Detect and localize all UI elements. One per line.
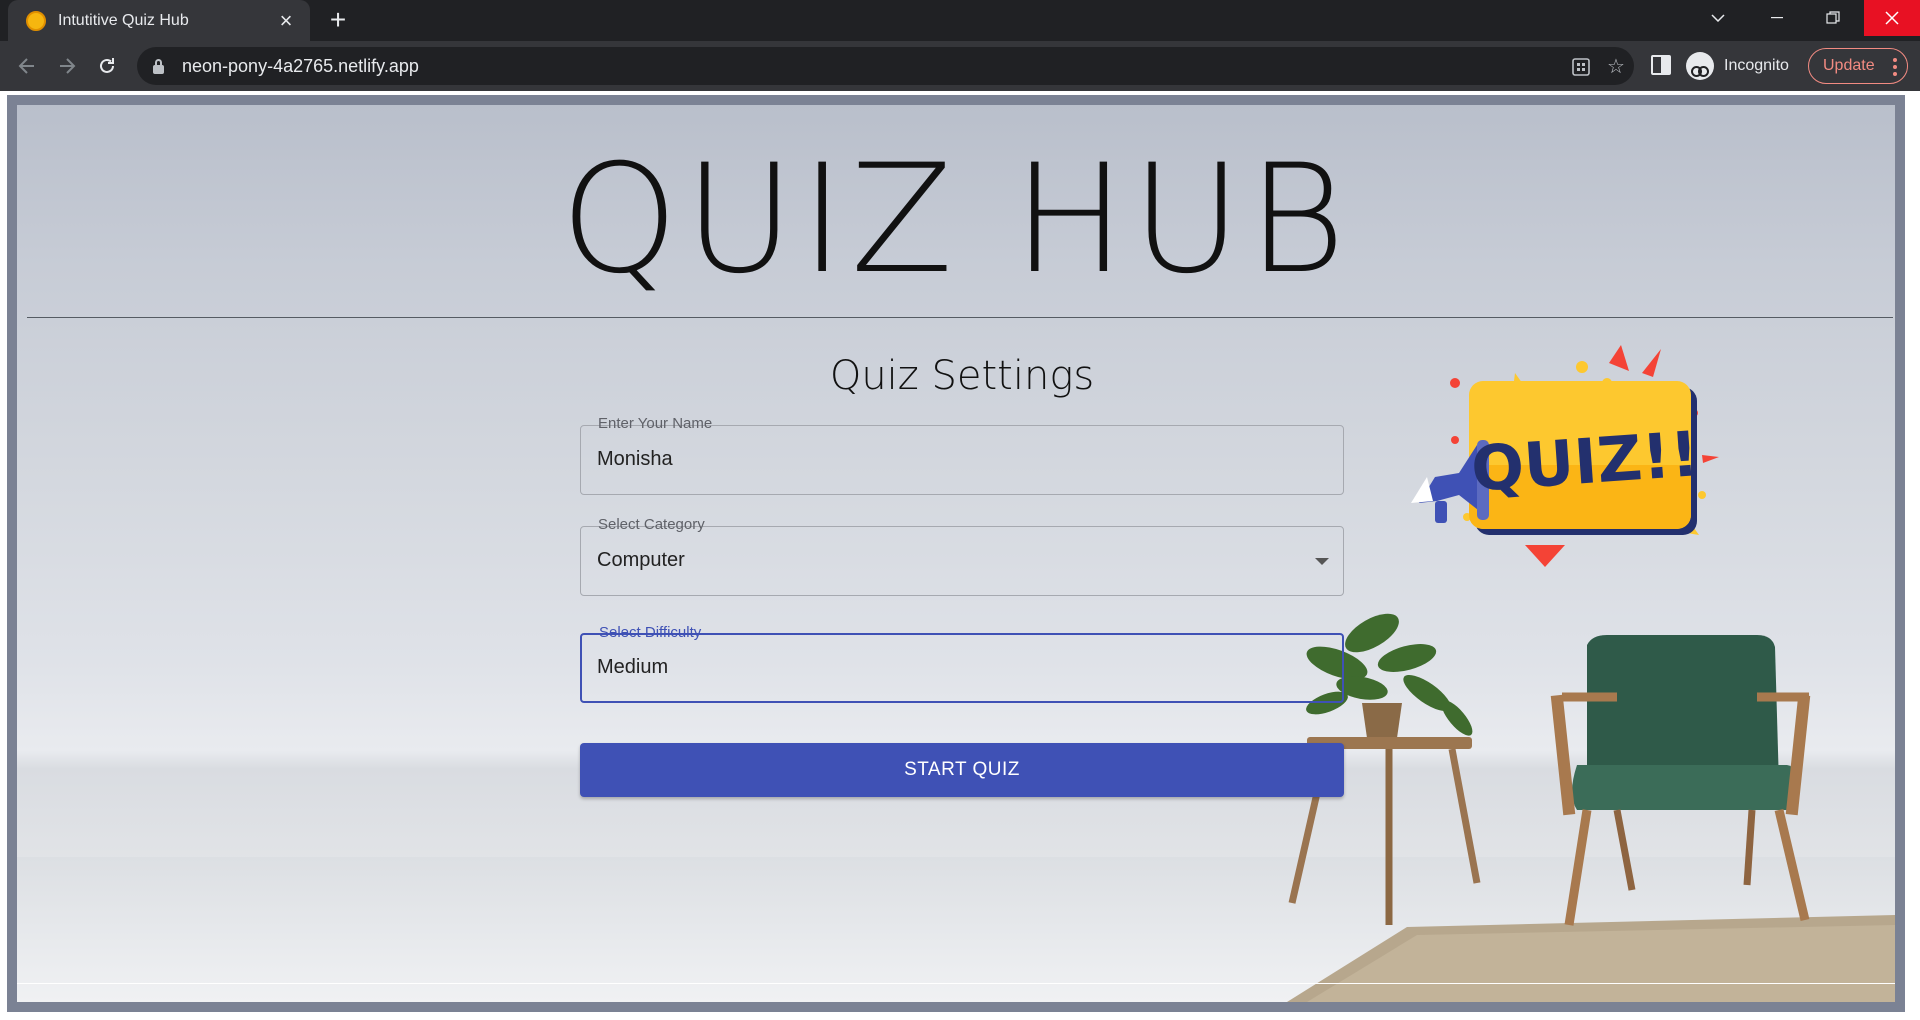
- browser-toolbar: neon-pony-4a2765.netlify.app ☆ Incognito…: [0, 41, 1920, 91]
- chevron-down-icon: [1711, 14, 1725, 22]
- armchair-image: [1550, 635, 1811, 926]
- page-frame: QUIZ!! QUIZ HUB Quiz Settings Enter Your…: [7, 95, 1905, 1012]
- forward-icon: [60, 58, 76, 74]
- more-icon: [1893, 58, 1897, 76]
- restore-icon: [1826, 11, 1840, 24]
- star-icon[interactable]: ☆: [1604, 55, 1628, 79]
- incognito-icon: [1686, 52, 1714, 80]
- window-close-button[interactable]: [1864, 0, 1920, 36]
- name-field[interactable]: Enter Your Name Monisha: [580, 415, 1344, 495]
- dropdown-arrow-icon: [1315, 558, 1329, 565]
- category-select[interactable]: Select Category Computer: [580, 516, 1344, 596]
- name-field-value: Monisha: [597, 448, 673, 470]
- address-bar[interactable]: neon-pony-4a2765.netlify.app ☆: [137, 47, 1634, 85]
- update-label: Update: [1823, 57, 1875, 74]
- back-icon: [18, 58, 34, 74]
- difficulty-select-label: Select Difficulty: [594, 624, 707, 641]
- page-viewport: QUIZ!! QUIZ HUB Quiz Settings Enter Your…: [0, 91, 1920, 1020]
- category-select-value: Computer: [597, 549, 685, 571]
- minimize-icon: [1771, 17, 1783, 19]
- incognito-indicator[interactable]: Incognito: [1686, 48, 1789, 84]
- new-tab-button[interactable]: +: [324, 6, 352, 34]
- background-scene: QUIZ!! QUIZ HUB Quiz Settings Enter Your…: [17, 105, 1895, 1002]
- browser-tab[interactable]: Intutitive Quiz Hub ×: [8, 0, 310, 41]
- url-text: neon-pony-4a2765.netlify.app: [182, 55, 419, 76]
- difficulty-select[interactable]: Select Difficulty Medium: [580, 624, 1344, 703]
- start-quiz-button[interactable]: START QUIZ: [580, 743, 1344, 797]
- category-select-label: Select Category: [593, 516, 710, 533]
- tab-search-button[interactable]: [1691, 0, 1745, 36]
- update-button[interactable]: Update: [1808, 48, 1908, 84]
- lock-icon: [153, 58, 164, 74]
- browser-tabstrip: Intutitive Quiz Hub × +: [0, 0, 1920, 41]
- close-icon: [1885, 11, 1899, 25]
- qr-icon[interactable]: [1569, 55, 1593, 79]
- tab-title: Intutitive Quiz Hub: [58, 11, 189, 29]
- forward-button[interactable]: [51, 50, 83, 82]
- settings-title: Quiz Settings: [829, 353, 1095, 399]
- close-tab-icon[interactable]: ×: [274, 9, 298, 32]
- name-field-label: Enter Your Name: [593, 415, 718, 432]
- title-divider: [27, 317, 1893, 318]
- back-button[interactable]: [11, 50, 43, 82]
- side-panel-icon[interactable]: [1651, 55, 1671, 75]
- difficulty-select-value: Medium: [597, 656, 669, 678]
- incognito-label: Incognito: [1724, 57, 1789, 74]
- favicon-icon: [26, 10, 46, 31]
- bottom-divider: [17, 983, 1895, 984]
- reload-button[interactable]: [91, 50, 123, 82]
- minimize-button[interactable]: [1750, 0, 1804, 36]
- restore-button[interactable]: [1806, 0, 1860, 36]
- reload-icon: [100, 58, 114, 73]
- page-title: QUIZ HUB: [560, 133, 1352, 307]
